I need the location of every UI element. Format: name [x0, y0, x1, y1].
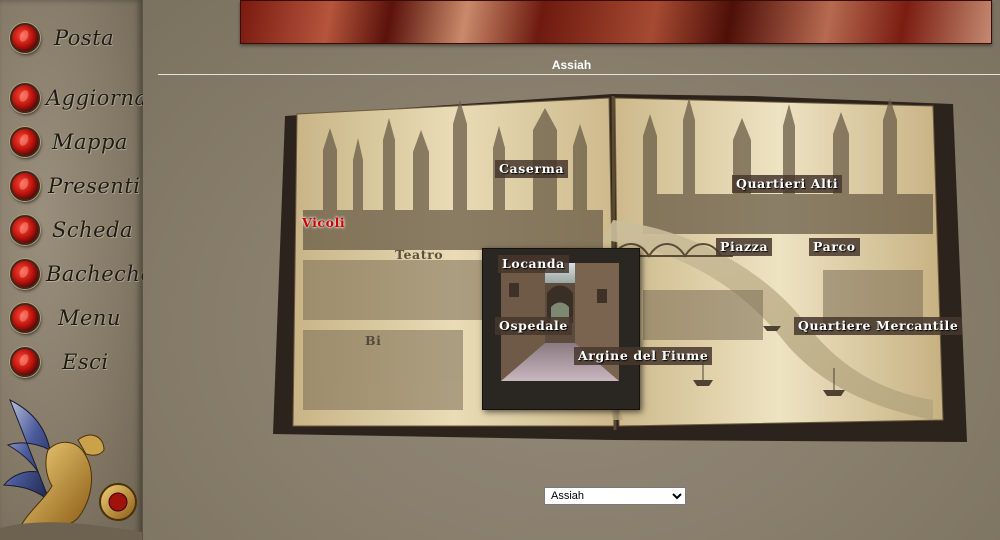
menu-item-aggiorna[interactable]: Aggiorna: [10, 80, 148, 116]
menu-label: Scheda: [52, 218, 134, 242]
map-location-teatro[interactable]: Teatro: [391, 246, 447, 264]
red-gem-bullet-icon: [10, 127, 40, 157]
map-location-ospedale[interactable]: Ospedale: [495, 317, 572, 335]
menu-label: Aggiorna: [46, 86, 148, 110]
menu-item-esci[interactable]: Esci: [10, 344, 109, 380]
menu-item-bacheche[interactable]: Bacheche: [10, 256, 153, 292]
red-gem-bullet-icon: [10, 347, 40, 377]
map-location-quartieri-alti[interactable]: Quartieri Alti: [732, 175, 843, 193]
map-location-parco[interactable]: Parco: [809, 238, 860, 256]
red-gem-bullet-icon: [10, 23, 40, 53]
map-location-piazza[interactable]: Piazza: [716, 238, 773, 256]
location-title: Assiah: [551, 58, 592, 72]
menu-item-mappa[interactable]: Mappa: [10, 124, 128, 160]
menu-item-posta[interactable]: Posta: [10, 20, 114, 56]
menu-item-presenti[interactable]: Presenti: [10, 168, 140, 204]
red-gem-bullet-icon: [10, 83, 40, 113]
red-gem-bullet-icon: [10, 303, 40, 333]
map-location-bi[interactable]: Bi: [361, 332, 386, 350]
map-location-caserma[interactable]: Caserma: [495, 160, 569, 178]
menu-item-menu[interactable]: Menu: [10, 300, 121, 336]
griffin-crest-icon: [0, 398, 142, 540]
menu-label: Esci: [62, 350, 109, 374]
map-location-vicoli[interactable]: Vicoli: [298, 214, 349, 232]
red-gem-bullet-icon: [10, 171, 40, 201]
menu-item-scheda[interactable]: Scheda: [10, 212, 133, 248]
sidebar-menu: Posta Aggiorna Mappa Presenti Scheda Bac…: [0, 0, 153, 540]
menu-label: Presenti: [48, 174, 141, 198]
map-location-argine-del-fiume[interactable]: Argine del Fiume: [574, 347, 713, 365]
city-map-book: Caserma Quartieri Alti Vicoli Teatro Loc…: [263, 90, 973, 450]
menu-label: Bacheche: [46, 262, 154, 286]
menu-label: Menu: [58, 306, 121, 330]
header-banner: [240, 0, 992, 44]
title-divider: [158, 74, 1000, 75]
map-location-locanda[interactable]: Locanda: [498, 255, 569, 273]
menu-label: Posta: [54, 26, 115, 50]
location-select[interactable]: Assiah: [544, 487, 686, 505]
red-gem-bullet-icon: [10, 259, 40, 289]
map-location-quartiere-mercantile[interactable]: Quartiere Mercantile: [794, 317, 963, 335]
red-gem-bullet-icon: [10, 215, 40, 245]
menu-label: Mappa: [52, 130, 128, 154]
main-area: Assiah Caserma Quartieri Alti Vicoli Tea…: [143, 0, 1000, 540]
